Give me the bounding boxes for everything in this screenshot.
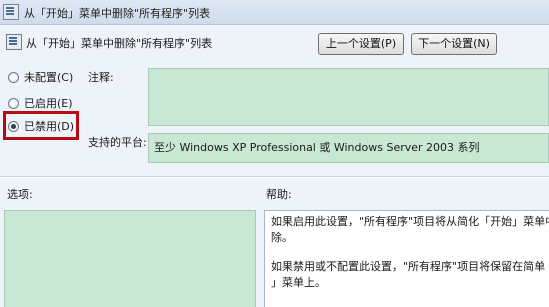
radio-label: 已启用(E) (24, 97, 73, 110)
help-line: 」菜单上。 (271, 276, 326, 289)
comment-label: 注释: (88, 71, 114, 84)
comment-textarea[interactable] (148, 68, 549, 126)
help-line: 除。 (271, 231, 293, 244)
title-bar: 从「开始」菜单中删除"所有程序"列表 (0, 0, 549, 25)
radio-enabled[interactable]: 已启用(E) (8, 95, 73, 111)
policy-setting-icon (3, 4, 19, 20)
options-pane (4, 210, 256, 307)
help-pane: 如果启用此设置，"所有程序"项目将从简化「开始」菜单中被 除。 如果禁用或不配置… (264, 210, 549, 307)
radio-button[interactable] (8, 71, 19, 83)
help-paragraph: 如果禁用或不配置此设置，"所有程序"项目将保留在简单「开 」菜单上。 (271, 259, 549, 291)
policy-setting-icon (6, 34, 22, 50)
options-label: 选项: (7, 188, 33, 201)
supported-on-label: 支持的平台: (88, 136, 147, 149)
window-title: 从「开始」菜单中删除"所有程序"列表 (24, 7, 211, 20)
setting-title: 从「开始」菜单中删除"所有程序"列表 (26, 37, 213, 50)
radio-label: 未配置(C) (24, 71, 74, 84)
help-paragraph: 如果启用此设置，"所有程序"项目将从简化「开始」菜单中被 除。 (271, 214, 549, 246)
annotation-highlight-box (3, 111, 79, 140)
help-line: 如果禁用或不配置此设置，"所有程序"项目将保留在简单「开 (271, 260, 549, 273)
section-divider (0, 176, 549, 178)
radio-button[interactable] (8, 97, 19, 109)
supported-on-value: 至少 Windows XP Professional 或 Windows Ser… (154, 141, 480, 154)
supported-on-field: 至少 Windows XP Professional 或 Windows Ser… (148, 133, 549, 163)
help-label: 帮助: (266, 188, 292, 201)
radio-not-configured[interactable]: 未配置(C) (8, 69, 73, 85)
help-line: 如果启用此设置，"所有程序"项目将从简化「开始」菜单中被 (271, 215, 549, 228)
previous-setting-button[interactable]: 上一个设置(P) (318, 33, 404, 55)
next-setting-button[interactable]: 下一个设置(N) (411, 33, 497, 55)
